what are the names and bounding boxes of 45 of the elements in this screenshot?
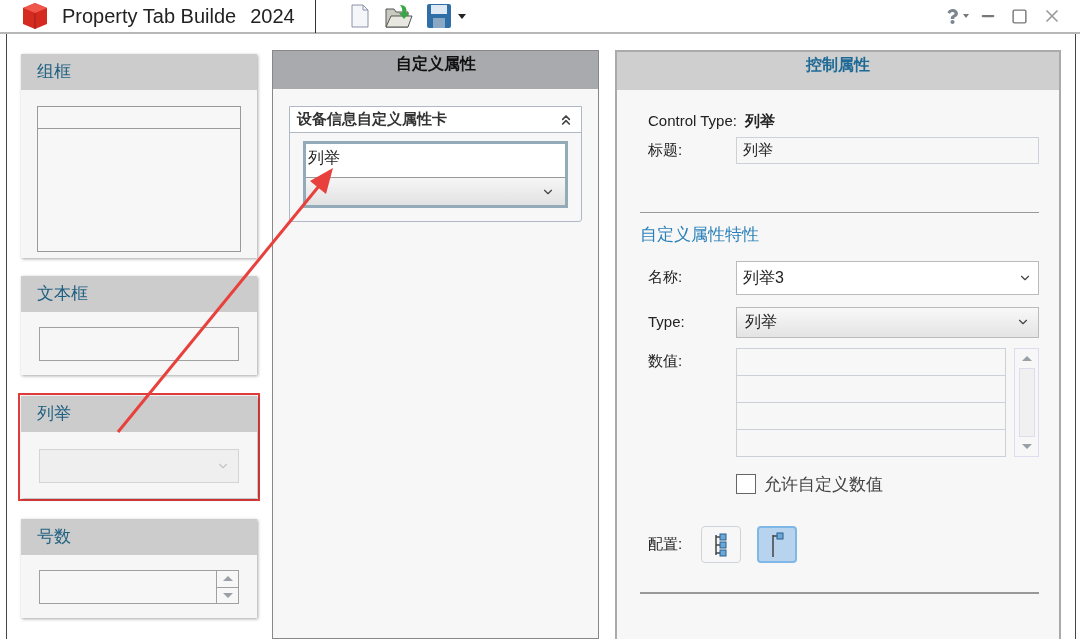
- property-card-title: 设备信息自定义属性卡: [297, 109, 447, 130]
- config-toggle[interactable]: [757, 526, 797, 563]
- triangle-up-icon: [221, 575, 234, 583]
- triangle-up-icon: [1020, 354, 1033, 362]
- selected-control[interactable]: 列举: [303, 141, 568, 208]
- new-document-icon[interactable]: [349, 4, 370, 28]
- tree-icon: [714, 532, 728, 557]
- palette-card[interactable]: 文本框: [21, 276, 257, 375]
- palette-card[interactable]: 列举: [18, 393, 260, 501]
- field-label: 数值:: [648, 350, 684, 371]
- control-type-value: 列举: [744, 110, 775, 131]
- checkbox-label: 允许自定义数值: [764, 473, 883, 496]
- type-dropdown[interactable]: 列举: [736, 306, 1039, 338]
- palette-card-title: 组框: [37, 61, 71, 84]
- caret-down-icon[interactable]: [457, 13, 466, 19]
- triangle-down-icon: [1020, 442, 1033, 450]
- caption-field[interactable]: 列举: [736, 137, 1039, 164]
- maximize-icon[interactable]: [1011, 7, 1028, 25]
- panel-header: 控制属性: [806, 55, 870, 75]
- section-title: 自定义属性特性: [640, 224, 760, 246]
- field-label: Type:: [648, 311, 686, 332]
- app-title: Property Tab Builde: [62, 4, 237, 29]
- help-icon[interactable]: [945, 8, 960, 24]
- cube-logo-icon: [20, 2, 50, 30]
- open-folder-icon[interactable]: [383, 3, 414, 29]
- name-dropdown[interactable]: 列举3: [736, 260, 1039, 295]
- flag-icon: [770, 531, 784, 558]
- scroll-bar[interactable]: [1014, 347, 1039, 457]
- field-label: 名称:: [648, 267, 684, 288]
- control-label: 列举: [308, 149, 340, 166]
- save-icon[interactable]: [425, 3, 452, 29]
- checkbox[interactable]: [736, 474, 756, 495]
- palette-card-title: 文本框: [37, 283, 88, 306]
- dropdown[interactable]: [306, 177, 565, 205]
- palette-card[interactable]: 号数: [21, 519, 257, 618]
- palette-card-title: 列举: [37, 403, 71, 426]
- control-type-label: Control Type:: [648, 110, 737, 131]
- field-label: 标题:: [648, 140, 684, 161]
- panel-header: 自定义属性: [395, 54, 476, 74]
- config-toggle[interactable]: [701, 526, 741, 563]
- triangle-down-icon: [221, 591, 234, 599]
- palette-card[interactable]: 组框: [21, 54, 257, 258]
- app-version: 2024: [250, 4, 295, 29]
- palette-card-title: 号数: [37, 526, 71, 549]
- field-label: 配置:: [648, 534, 684, 555]
